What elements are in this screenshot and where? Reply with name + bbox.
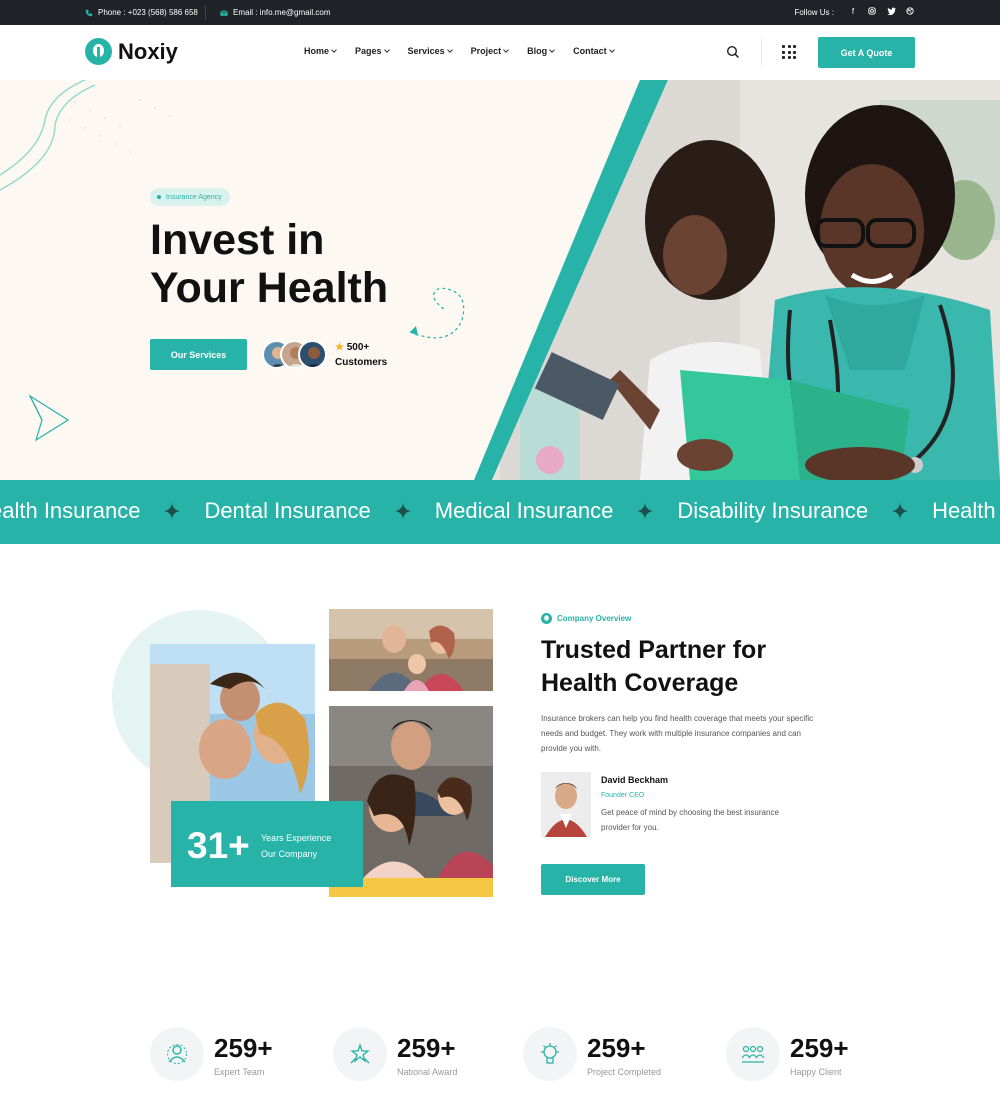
topbar: Phone : +023 (568) 586 658 Email : info.… — [0, 0, 1000, 25]
marquee-item: Disability Insurance — [677, 498, 869, 523]
sparkle-icon — [892, 503, 909, 519]
nav-services-label: Services — [407, 46, 445, 56]
stat-happy-client: 259+ Happy Client — [726, 1027, 876, 1083]
phone-icon — [85, 9, 93, 16]
star-icon: ★ — [335, 342, 344, 353]
grid-menu-icon[interactable] — [782, 45, 796, 59]
nav-home[interactable]: Home — [304, 46, 337, 56]
social-links: f — [848, 7, 915, 17]
marquee-item: Medical Insurance — [434, 498, 614, 523]
main-nav: Home Pages Services Project Blog Contact — [304, 46, 615, 56]
customers-number: 500+ — [346, 342, 370, 353]
customers-label: Customers — [335, 357, 388, 368]
founder-avatar — [541, 772, 591, 837]
follow-label: Follow Us : — [794, 8, 834, 17]
sparkle-icon — [637, 503, 654, 519]
topbar-email[interactable]: Email : info.me@gmail.com — [220, 8, 330, 17]
team-icon — [150, 1027, 204, 1081]
avatar — [298, 340, 327, 369]
project-icon — [523, 1027, 577, 1081]
nav-home-label: Home — [304, 46, 330, 56]
discover-more-button[interactable]: Discover More — [541, 864, 645, 895]
marquee-item: Health — [932, 498, 996, 523]
about-title: Trusted Partner for Health Coverage — [541, 636, 767, 697]
stat-label: Expert Team — [214, 1067, 265, 1077]
hero-section: Insurance Agency Invest in Your Health O… — [0, 80, 1000, 480]
stat-value: 259+ — [790, 1033, 849, 1063]
experience-card: 31+ Years Experience Our Company — [171, 801, 363, 887]
stat-label: Project Completed — [587, 1067, 662, 1077]
hero-title: Invest in Your Health — [150, 216, 430, 312]
topbar-phone[interactable]: Phone : +023 (568) 586 658 — [85, 8, 198, 17]
chevron-down-icon — [446, 46, 453, 53]
client-icon — [726, 1027, 780, 1081]
logo-mark-icon — [85, 38, 112, 65]
nav-blog-label: Blog — [527, 46, 548, 56]
search-icon[interactable] — [726, 45, 740, 59]
marquee-track: ealth Insurance Dental Insurance Medical… — [0, 498, 996, 524]
stat-label: National Award — [397, 1067, 458, 1077]
nav-pages-label: Pages — [355, 46, 382, 56]
insurance-marquee: ealth Insurance Dental Insurance Medical… — [0, 480, 1000, 544]
experience-line2: Our Company — [261, 849, 318, 859]
chevron-down-icon — [331, 46, 337, 53]
stat-label: Happy Client — [790, 1067, 842, 1077]
founder-quote: Get peace of mind by choosing the best i… — [601, 808, 779, 832]
customer-count: ★ 500+ Customers — [335, 340, 387, 370]
stat-national-award: 259+ National Award — [333, 1027, 483, 1083]
dribbble-icon[interactable] — [905, 7, 915, 17]
section-tag: Company Overview — [541, 613, 631, 624]
topbar-email-text: Email : info.me@gmail.com — [233, 8, 331, 17]
stat-value: 259+ — [214, 1033, 273, 1063]
experience-number: 31+ — [187, 825, 250, 866]
marquee-item: ealth Insurance — [0, 498, 141, 523]
founder-name: David Beckham — [601, 775, 669, 785]
stat-project-completed: 259+ Project Completed — [523, 1027, 673, 1083]
hero-title-line2: Your Health — [150, 264, 389, 312]
nav-project[interactable]: Project — [471, 46, 509, 56]
chevron-down-icon — [549, 46, 555, 53]
section-tag-label: Company Overview — [557, 614, 632, 623]
founder-role: Founder CEO — [601, 792, 645, 799]
award-icon — [333, 1027, 387, 1081]
stat-value: 259+ — [397, 1033, 456, 1063]
hero-title-line1: Invest in — [150, 216, 325, 264]
header-divider — [761, 39, 762, 65]
twitter-icon[interactable] — [886, 7, 896, 17]
main-header: Noxiy Home Pages Services Project Blog C… — [0, 25, 1000, 80]
family-image-sofa — [329, 609, 493, 691]
topbar-phone-text: Phone : +023 (568) 586 658 — [98, 8, 198, 17]
sparkle-icon — [394, 503, 411, 519]
logo-text: Noxiy — [118, 38, 178, 64]
get-quote-button[interactable]: Get A Quote — [818, 37, 915, 68]
stat-expert-team: 259+ Expert Team — [150, 1027, 300, 1083]
nav-services[interactable]: Services — [407, 46, 453, 56]
facebook-icon[interactable]: f — [848, 7, 858, 17]
chevron-down-icon — [608, 46, 615, 53]
chevron-down-icon — [503, 46, 509, 53]
customer-avatars — [262, 340, 328, 370]
email-icon — [220, 9, 228, 16]
nav-pages[interactable]: Pages — [355, 46, 390, 56]
logo-mark-icon — [541, 613, 552, 624]
about-description: Insurance brokers can help you find heal… — [541, 714, 814, 753]
our-services-button[interactable]: Our Services — [150, 339, 247, 370]
nav-contact-label: Contact — [573, 46, 607, 56]
marquee-item: Dental Insurance — [204, 498, 371, 523]
instagram-icon[interactable] — [867, 7, 877, 17]
nav-blog[interactable]: Blog — [527, 46, 555, 56]
nav-project-label: Project — [470, 46, 502, 56]
topbar-divider — [205, 5, 206, 20]
hero-badge: Insurance Agency — [150, 188, 230, 206]
experience-text: Years Experience Our Company — [261, 830, 331, 862]
logo[interactable]: Noxiy — [85, 38, 178, 65]
chevron-down-icon — [383, 46, 390, 53]
nav-contact[interactable]: Contact — [573, 46, 615, 56]
stat-value: 259+ — [587, 1033, 646, 1063]
experience-line1: Years Experience — [261, 833, 332, 843]
sparkle-icon — [164, 503, 181, 519]
